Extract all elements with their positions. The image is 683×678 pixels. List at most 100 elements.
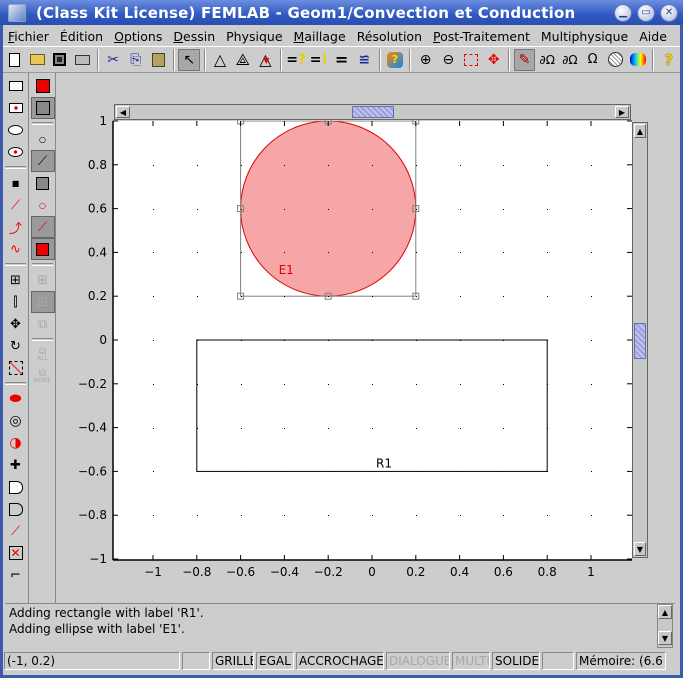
grid-point [197,296,198,297]
grid-point [547,428,548,429]
log-scroll-down[interactable]: ▼ [658,631,672,645]
grid-point [372,515,373,516]
grid-point [241,252,242,253]
grid-point [153,209,154,210]
status-empty-2 [542,652,574,670]
grid-point [328,428,329,429]
horizontal-scroll-thumb[interactable] [352,106,394,118]
y-tick-label: −0.4 [78,421,107,435]
grid-point [372,165,373,166]
x-tick-label: −0.4 [270,565,299,579]
y-tick-label: 0.4 [88,245,107,259]
grid-point [328,515,329,516]
grid-point [416,384,417,385]
grid-point [460,209,461,210]
grid-point [241,340,242,341]
grid-point [197,384,198,385]
grid-point [153,515,154,516]
grid-point [591,340,592,341]
grid-point [284,384,285,385]
log-scroll-track[interactable] [658,619,672,631]
object-label-R1: R1 [376,456,392,470]
arrow-up-icon: ▲ [661,607,669,617]
scroll-down-button[interactable]: ▼ [634,542,646,556]
grid-point [547,209,548,210]
memory-readout: Mémoire: (6.6 [576,652,666,670]
grid-point [416,252,417,253]
grid-point [460,515,461,516]
grid-point [591,384,592,385]
scroll-right-button[interactable]: ▶ [615,106,629,118]
multi-toggle[interactable]: MULTI [452,652,490,670]
equal-toggle[interactable]: EGAL [256,652,294,670]
y-tick-label: 0.8 [88,158,107,172]
x-tick-label: 0.4 [450,565,469,579]
log-line: Adding rectangle with label 'R1'. [9,606,204,620]
grid-point [153,428,154,429]
x-tick-label: 0.2 [406,565,425,579]
arrow-right-icon: ▶ [618,107,626,117]
grid-point [153,252,154,253]
x-tick-label: −0.8 [182,565,211,579]
grid-point [372,209,373,210]
ellipse-E1 [240,121,417,297]
status-empty-1 [182,652,210,670]
log-scrollbar[interactable]: ▲ ▼ [657,604,673,648]
log-scroll-up[interactable]: ▲ [658,605,672,619]
grid-point [460,384,461,385]
grid-point [416,428,417,429]
grid-point [197,209,198,210]
object-label-E1: E1 [279,263,294,277]
grid-point [284,296,285,297]
scroll-left-button[interactable]: ◀ [116,106,130,118]
arrow-up-icon: ▲ [636,126,644,136]
grid-point [197,471,198,472]
grid-point [153,471,154,472]
solid-toggle[interactable]: SOLIDE [492,652,540,670]
grid-point [284,428,285,429]
grid-point [503,296,504,297]
grid-toggle[interactable]: GRILLE [212,652,254,670]
grid-point [460,165,461,166]
grid-point [503,165,504,166]
grid-point [372,471,373,472]
grid-point [460,471,461,472]
grid-point [372,384,373,385]
grid-point [241,209,242,210]
y-tick-label: 0 [99,333,107,347]
grid-point [328,252,329,253]
grid-point [460,340,461,341]
dialog-toggle[interactable]: DIALOGUE [386,652,450,670]
y-tick-label: 1 [99,114,107,128]
snap-toggle[interactable]: ACCROCHAGE [296,652,384,670]
vertical-scrollbar[interactable]: ▲ ▼ [632,122,648,558]
grid-point [153,165,154,166]
vertical-scroll-thumb[interactable] [634,323,646,359]
y-tick-label: 0.2 [88,289,107,303]
scroll-up-button[interactable]: ▲ [634,124,646,138]
grid-point [460,428,461,429]
grid-point [153,384,154,385]
grid-point [416,471,417,472]
grid-point [547,296,548,297]
grid-point [503,471,504,472]
grid-point [241,165,242,166]
arrow-left-icon: ◀ [119,107,127,117]
grid-point [591,471,592,472]
grid-point [591,296,592,297]
grid-point [197,515,198,516]
grid-point [416,209,417,210]
status-bar: (-1, 0.2) GRILLE EGAL ACCROCHAGE DIALOGU… [4,652,679,670]
message-log: Adding rectangle with label 'R1'. Adding… [5,603,675,648]
grid-point [284,340,285,341]
x-tick-label: −0.2 [314,565,343,579]
grid-point [547,165,548,166]
horizontal-scrollbar[interactable]: ◀ ▶ [114,104,631,120]
x-tick-label: 0.8 [538,565,557,579]
grid-point [503,209,504,210]
geometry-canvas[interactable]: E1 R1 1 0.8 0.6 0.4 0.2 0 −0.2 −0.4 −0.6 −0.8 −1 −1 −0… [0,0,683,678]
grid-point [372,252,373,253]
x-tick-label: 1 [587,565,595,579]
y-tick-label: −0.2 [78,377,107,391]
grid-point [460,252,461,253]
